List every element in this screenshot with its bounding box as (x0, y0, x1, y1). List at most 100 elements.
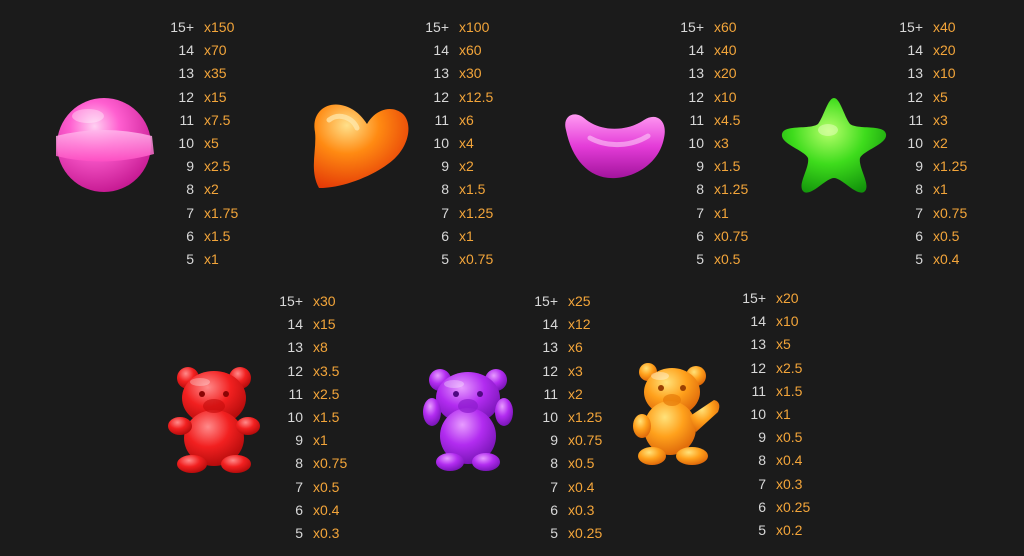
symbol-count: 12 (287, 362, 303, 379)
payout-multiplier: x4 (459, 134, 474, 151)
payout-multiplier: x2.5 (204, 158, 231, 175)
symbol-count: 6 (915, 227, 923, 244)
paytable-row: 11 x2.5 (277, 383, 347, 406)
payout-multiplier: x5 (933, 88, 948, 105)
paytable-row: 12 x3 (532, 360, 602, 383)
payout-multiplier: x1.5 (776, 382, 803, 399)
symbol-count: 5 (758, 521, 766, 538)
paytable-row: 14 x40 (678, 39, 748, 62)
payout-multiplier: x30 (459, 65, 482, 82)
payout-multiplier: x100 (459, 19, 490, 35)
payout-multiplier: x3 (568, 362, 583, 379)
symbol-count: 9 (696, 158, 704, 175)
paytable-row: 10 x1.5 (277, 406, 347, 429)
payout-multiplier: x1.5 (313, 408, 340, 425)
symbol-count: 8 (758, 452, 766, 469)
payout-multiplier: x1 (933, 181, 948, 198)
payout-multiplier: x0.5 (776, 429, 803, 446)
paytable-row: 5 x0.3 (277, 522, 347, 545)
symbol-count: 6 (550, 501, 558, 518)
payout-multiplier: x1.5 (204, 227, 231, 244)
payout-multiplier: x25 (568, 293, 591, 309)
paytable-row: 6 x0.25 (740, 496, 810, 519)
payout-multiplier: x0.75 (933, 204, 968, 221)
symbol-count: 10 (907, 134, 923, 151)
paytable-row: 7 x1.75 (168, 202, 238, 225)
paytable-purple-bear: 15+ x25 14 x12 13 x6 12 x3 11 x2 10 x1.25 9 x0.75 8 x0.… (532, 290, 602, 545)
paytable-row: 14 x12 (532, 313, 602, 336)
symbol-count: 5 (186, 250, 194, 267)
symbol-count: 13 (750, 336, 766, 353)
paytable-lollipop: 15+ x150 14 x70 13 x35 12 x15 11 x7.5 10 x5 9 x2.5 8 x2… (168, 16, 238, 271)
paytable-row: 15+ x60 (678, 16, 748, 39)
symbol-count: 14 (750, 313, 766, 330)
payout-multiplier: x0.2 (776, 521, 803, 538)
paytable-row: 7 x0.75 (897, 202, 967, 225)
symbol-count: 13 (688, 65, 704, 82)
payout-multiplier: x35 (204, 65, 227, 82)
symbol-count: 12 (907, 88, 923, 105)
paytable-row: 15+ x25 (532, 290, 602, 313)
symbol-count: 9 (295, 432, 303, 449)
orange-gummy-bear-icon (632, 362, 722, 468)
symbol-count: 6 (758, 498, 766, 515)
paytable-row: 6 x0.75 (678, 225, 748, 248)
symbol-count: 14 (433, 42, 449, 59)
symbol-count: 15+ (170, 19, 194, 35)
symbol-count: 8 (550, 455, 558, 472)
paytable-row: 6 x0.3 (532, 499, 602, 522)
symbol-count: 13 (542, 339, 558, 356)
payout-multiplier: x0.5 (313, 478, 340, 495)
paytable-row: 9 x1.5 (678, 155, 748, 178)
paytable-row: 7 x1 (678, 202, 748, 225)
payout-multiplier: x0.3 (313, 524, 340, 541)
paytable-heart: 15+ x100 14 x60 13 x30 12 x12.5 11 x6 10 x4 9 x2 8 x1.5… (423, 16, 493, 271)
payout-multiplier: x2 (568, 385, 583, 402)
symbol-count: 5 (295, 524, 303, 541)
paytable-row: 13 x30 (423, 62, 493, 85)
payout-multiplier: x15 (204, 88, 227, 105)
paytable-row: 7 x0.4 (532, 476, 602, 499)
paytable-row: 6 x1.5 (168, 225, 238, 248)
paytable-row: 8 x1 (897, 178, 967, 201)
paytable-row: 12 x2.5 (740, 357, 810, 380)
payout-multiplier: x60 (714, 19, 737, 35)
payout-multiplier: x30 (313, 293, 336, 309)
symbol-count: 15+ (534, 293, 558, 309)
symbol-count: 14 (907, 42, 923, 59)
symbol-count: 5 (550, 524, 558, 541)
payout-multiplier: x150 (204, 19, 235, 35)
green-star-candy-icon (780, 96, 888, 194)
symbol-count: 7 (441, 204, 449, 221)
symbol-count: 15+ (279, 293, 303, 309)
paytable-row: 12 x3.5 (277, 360, 347, 383)
payout-multiplier: x3 (714, 134, 729, 151)
paytable-row: 5 x0.4 (897, 248, 967, 271)
symbol-count: 6 (441, 227, 449, 244)
paytable-row: 8 x1.5 (423, 178, 493, 201)
paytable-row: 13 x10 (897, 62, 967, 85)
payout-multiplier: x40 (933, 19, 956, 35)
paytable-row: 11 x1.5 (740, 380, 810, 403)
paytable-row: 10 x1.25 (532, 406, 602, 429)
symbol-count: 10 (542, 408, 558, 425)
symbol-count: 7 (696, 204, 704, 221)
paytable-row: 12 x12.5 (423, 86, 493, 109)
symbol-count: 15+ (742, 290, 766, 306)
payout-multiplier: x0.4 (933, 250, 960, 267)
symbol-count: 8 (441, 181, 449, 198)
symbol-count: 10 (433, 134, 449, 151)
payout-multiplier: x2 (204, 181, 219, 198)
payout-multiplier: x3 (933, 111, 948, 128)
payout-multiplier: x0.75 (459, 250, 494, 267)
paytable-row: 10 x1 (740, 403, 810, 426)
payout-multiplier: x1.5 (714, 158, 741, 175)
paytable-row: 12 x10 (678, 86, 748, 109)
payout-multiplier: x6 (459, 111, 474, 128)
paytable-row: 14 x60 (423, 39, 493, 62)
magenta-jellybean-icon (560, 108, 668, 180)
pink-lollipop-icon (52, 96, 156, 194)
payout-multiplier: x15 (313, 316, 336, 333)
payout-multiplier: x4.5 (714, 111, 741, 128)
paytable-row: 15+ x150 (168, 16, 238, 39)
